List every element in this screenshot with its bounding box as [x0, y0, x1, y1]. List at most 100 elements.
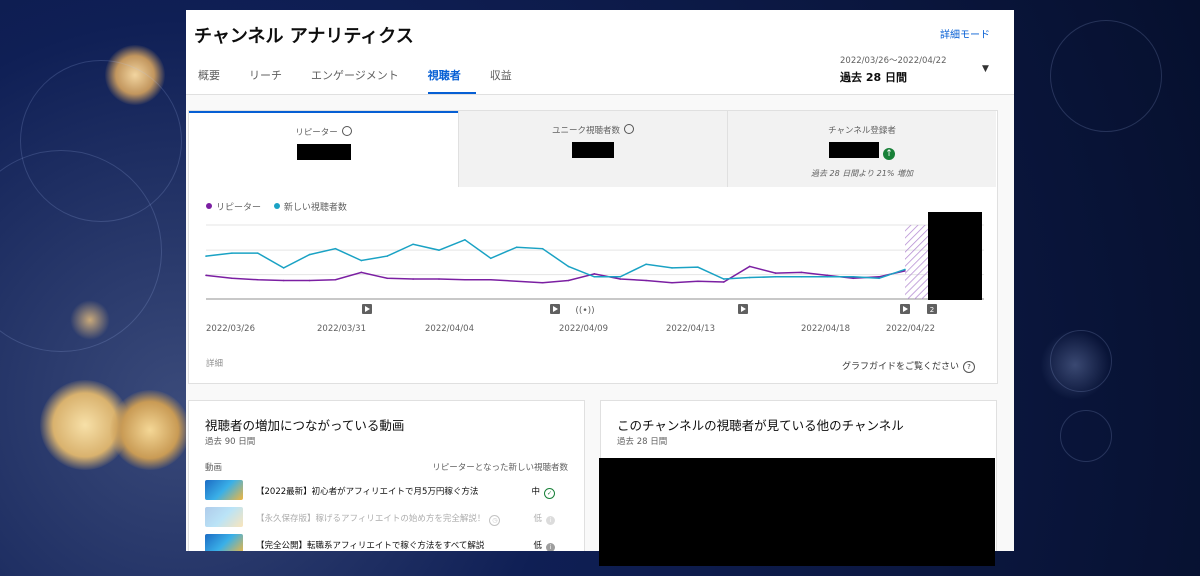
- tab-reach[interactable]: リーチ: [249, 68, 297, 92]
- tab-bar: 概要 リーチ エンゲージメント 視聴者 収益: [198, 68, 541, 94]
- metric-subscribers[interactable]: チャンネル登録者 ↑ 過去 28 日間より 21% 増加: [727, 111, 996, 187]
- data-point: [904, 268, 906, 271]
- column-header-metric: リピーターとなった新しい視聴者数: [432, 463, 568, 473]
- card-subtitle: 過去 28 日間: [617, 437, 668, 447]
- marker-count-badge-label: 2: [930, 306, 934, 314]
- x-tick-label: 2022/04/22: [886, 324, 935, 334]
- data-point: [282, 267, 285, 269]
- bokeh-ring: [1060, 410, 1112, 462]
- data-point: [826, 276, 829, 278]
- tab-audience[interactable]: 視聴者: [427, 68, 476, 94]
- video-marker-play-icon[interactable]: [900, 304, 910, 314]
- data-point: [774, 276, 777, 278]
- video-row[interactable]: 【2022最新】初心者がアフィリエイトで月5万円稼ぐ方法 中 ✓: [205, 480, 571, 500]
- graph-guide-label: グラフガイドをご覧ください: [841, 362, 959, 372]
- legend-dot: [273, 203, 280, 209]
- data-point: [722, 281, 725, 283]
- video-row[interactable]: 【永久保存版】稼げるアフィリエイトの始め方を完全解説！ ◷ 低i: [205, 507, 571, 527]
- x-tick-label: 2022/03/31: [317, 324, 366, 334]
- data-point: [852, 276, 855, 278]
- up-arrow-icon: ↑: [883, 148, 895, 160]
- card-title: このチャンネルの視聴者が見ている他のチャンネル: [617, 418, 904, 433]
- data-point: [489, 257, 492, 260]
- help-icon: ?: [963, 361, 975, 373]
- data-point: [334, 278, 337, 281]
- data-point: [826, 274, 829, 277]
- info-icon: i: [546, 516, 555, 525]
- growth-videos-card: 視聴者の増加につながっている動画 過去 90 日間 動画 リピーターとなった新し…: [188, 400, 585, 551]
- data-point: [464, 278, 466, 281]
- date-range-period: 過去 28 日間: [840, 71, 907, 84]
- legend-dot: [206, 203, 212, 209]
- redaction-box: [599, 458, 995, 566]
- card-title: 視聴者の増加につながっている動画: [205, 418, 405, 433]
- bokeh-light: [105, 45, 165, 105]
- tab-revenue[interactable]: 収益: [490, 68, 527, 92]
- metric-label: チャンネル登録者: [828, 126, 896, 136]
- video-metric-value: 低: [533, 541, 542, 551]
- header: チャンネル アナリティクス 詳細モード 概要 リーチ エンゲージメント 視聴者 …: [186, 10, 1014, 95]
- data-point: [438, 249, 440, 251]
- bokeh-light: [110, 390, 190, 470]
- data-point: [412, 243, 414, 246]
- metric-change-note: 過去 28 日間より 21% 増加: [811, 169, 913, 178]
- metric-unique-viewers[interactable]: ユニーク視聴者数: [458, 111, 727, 187]
- data-point: [619, 276, 622, 278]
- data-point: [800, 271, 803, 274]
- x-axis-labels: 2022/03/26 2022/03/31 2022/04/04 2022/04/09…: [189, 324, 997, 336]
- data-point: [256, 278, 259, 281]
- data-point: [619, 278, 622, 280]
- data-point: [231, 252, 233, 254]
- data-point: [308, 253, 311, 256]
- details-link[interactable]: 詳細: [206, 357, 223, 369]
- data-point: [464, 239, 466, 241]
- video-marker-play-icon[interactable]: [550, 304, 560, 314]
- graph-guide-link[interactable]: グラフガイドをご覧ください?: [842, 359, 975, 373]
- x-tick-label: 2022/04/13: [666, 324, 715, 334]
- x-tick-label: 2022/04/04: [425, 324, 474, 334]
- data-point: [360, 259, 363, 262]
- line-chart[interactable]: ((•)) 2: [189, 211, 997, 323]
- video-metric-value: 中: [531, 487, 540, 497]
- metric-tabs: リピーター ユニーク視聴者数 チャンネル登録者 ↑ 過去 28 日間より 21%…: [189, 111, 997, 187]
- video-marker-play-icon[interactable]: [738, 304, 748, 314]
- x-tick-label: 2022/03/26: [206, 324, 255, 334]
- x-tick-label: 2022/04/18: [801, 324, 850, 334]
- data-point: [541, 281, 544, 284]
- audience-chart-card: リピーター ユニーク視聴者数 チャンネル登録者 ↑ 過去 28 日間より 21%…: [188, 110, 998, 384]
- data-point: [256, 252, 259, 254]
- tab-overview[interactable]: 概要: [198, 68, 235, 92]
- data-point: [878, 277, 880, 280]
- data-point: [645, 279, 647, 282]
- data-point: [412, 278, 414, 280]
- data-point: [697, 280, 699, 283]
- data-point: [593, 273, 596, 275]
- video-thumbnail: [205, 534, 243, 551]
- video-metric-value: 低: [533, 514, 542, 524]
- data-point: [386, 277, 389, 280]
- metric-value-redacted: [296, 144, 351, 160]
- data-point: [852, 277, 855, 280]
- bokeh-ring: [1050, 20, 1162, 132]
- data-point: [774, 272, 777, 274]
- video-marker-play-icon[interactable]: [362, 304, 372, 314]
- date-range-selector[interactable]: 2022/03/26〜2022/04/22 過去 28 日間 ▼: [840, 54, 989, 85]
- data-point: [334, 247, 337, 250]
- bokeh-ring: [1050, 330, 1112, 392]
- tab-engagement[interactable]: エンゲージメント: [311, 68, 414, 92]
- marker-count-badge[interactable]: 2: [927, 304, 937, 314]
- video-title: 【完全公開】転職系アフィリエイトで稼ぐ方法をすべて解説: [256, 541, 485, 551]
- redaction-box: [928, 212, 982, 300]
- info-icon: i: [546, 543, 555, 551]
- data-point: [282, 279, 285, 282]
- data-point: [697, 266, 699, 268]
- data-point: [205, 274, 207, 277]
- detail-mode-link[interactable]: 詳細モード: [940, 26, 990, 41]
- data-point: [567, 265, 570, 268]
- metric-returning-viewers[interactable]: リピーター: [189, 111, 458, 187]
- video-row[interactable]: 【完全公開】転職系アフィリエイトで稼ぐ方法をすべて解説 低i: [205, 534, 571, 551]
- data-point: [515, 246, 518, 248]
- data-point: [515, 280, 518, 283]
- data-point: [489, 278, 492, 281]
- live-stream-icon[interactable]: ((•)): [575, 306, 594, 316]
